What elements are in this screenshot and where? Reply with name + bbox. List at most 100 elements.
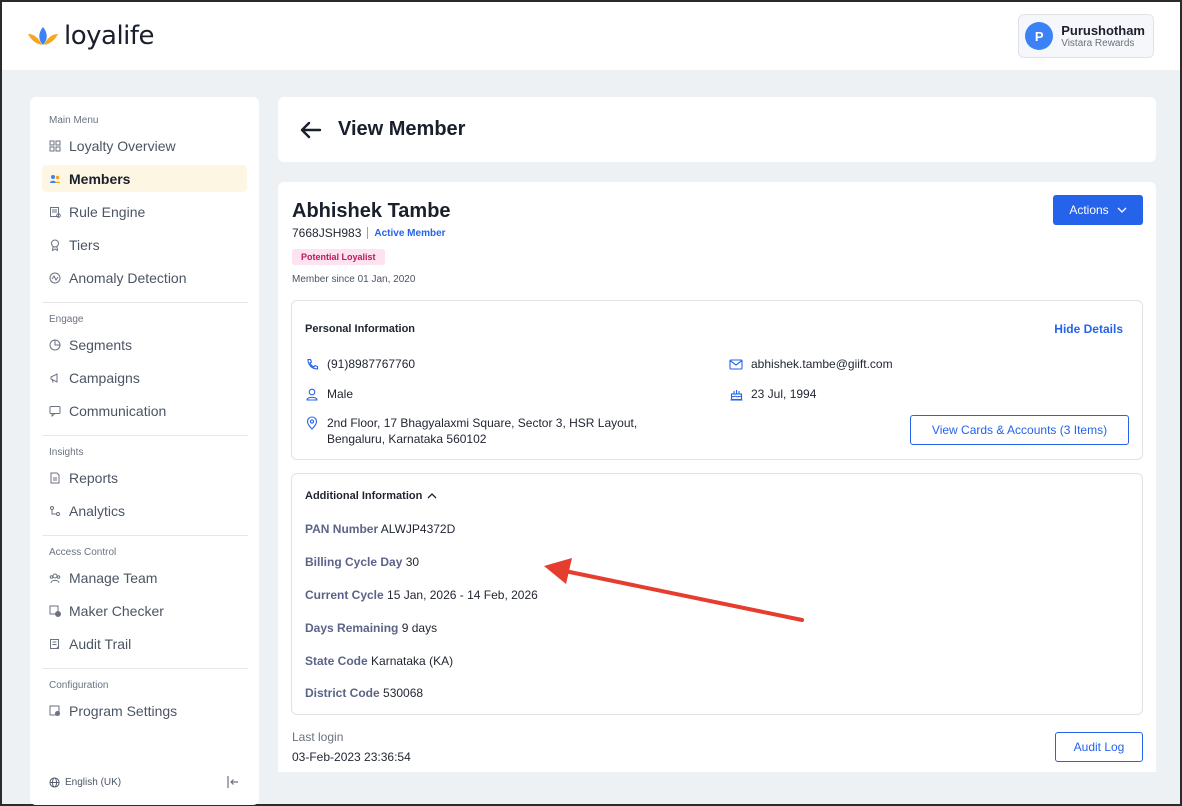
billing-cycle-day-field: Billing Cycle Day 30 <box>305 555 419 569</box>
gender-value: Male <box>327 387 354 401</box>
sidebar-item-label: Maker Checker <box>69 602 164 619</box>
page-header: View Member <box>278 97 1156 162</box>
location-pin-icon <box>305 415 319 431</box>
back-arrow-icon[interactable] <box>300 121 322 139</box>
field-value: 30 <box>405 555 420 569</box>
field-label: District Code <box>305 686 380 700</box>
lotus-logo-icon <box>28 27 58 45</box>
sidebar-item-program-settings[interactable]: Program Settings <box>42 697 247 724</box>
birthday-cake-icon <box>729 386 743 402</box>
actions-button[interactable]: Actions <box>1053 195 1143 225</box>
member-name: Abhishek Tambe <box>292 200 451 222</box>
sidebar-item-tiers[interactable]: Tiers <box>42 231 247 258</box>
report-icon <box>49 472 61 484</box>
field-value: 9 days <box>401 621 438 635</box>
member-id: 7668JSH983 <box>292 226 362 240</box>
person-icon <box>305 386 319 402</box>
audit-icon <box>49 638 61 650</box>
settings-icon <box>49 705 61 717</box>
sidebar-item-anomaly-detection[interactable]: Anomaly Detection <box>42 264 247 291</box>
field-label: Current Cycle <box>305 588 384 602</box>
grid-icon <box>49 140 61 152</box>
sidebar-item-audit-trail[interactable]: Audit Trail <box>42 630 247 657</box>
state-code-field: State Code Karnataka (KA) <box>305 654 453 668</box>
user-name: Purushotham <box>1061 23 1145 38</box>
sidebar-item-label: Campaigns <box>69 369 140 386</box>
section-title: Configuration <box>49 680 109 691</box>
sidebar-item-loyalty-overview[interactable]: Loyalty Overview <box>42 132 247 159</box>
pan-number-field: PAN Number ALWJP4372D <box>305 522 455 536</box>
phone-number: (91)8987767760 <box>327 357 416 371</box>
avatar: P <box>1025 22 1054 50</box>
medal-icon <box>49 239 61 251</box>
dob-value: 23 Jul, 1994 <box>751 387 817 401</box>
audit-log-button[interactable]: Audit Log <box>1055 732 1143 762</box>
address-line-1: 2nd Floor, 17 Bhagyalaxmi Square, Sector… <box>327 416 638 430</box>
rule-icon <box>49 206 61 218</box>
field-label: PAN Number <box>305 522 379 536</box>
sidebar-item-reports[interactable]: Reports <box>42 464 247 491</box>
sidebar-item-label: Rule Engine <box>69 203 146 220</box>
sidebar-item-label: Tiers <box>69 236 100 253</box>
current-cycle-field: Current Cycle 15 Jan, 2026 - 14 Feb, 202… <box>305 588 538 602</box>
collapse-sidebar-icon[interactable] <box>226 775 240 789</box>
sidebar-item-communication[interactable]: Communication <box>42 397 247 424</box>
section-main-menu: Main Menu Loyalty Overview Members Rule … <box>42 115 247 291</box>
sidebar-item-members[interactable]: Members <box>42 165 247 192</box>
actions-label: Actions <box>1069 203 1109 217</box>
sidebar-item-label: Segments <box>69 336 133 353</box>
district-code-field: District Code 530068 <box>305 686 423 700</box>
brand-name: loyalife <box>64 21 155 51</box>
section-title: Insights <box>49 447 84 458</box>
additional-information-title: Additional Information <box>305 490 423 502</box>
view-cards-accounts-button[interactable]: View Cards & Accounts (3 Items) <box>910 415 1129 445</box>
divider <box>42 435 248 436</box>
sidebar-item-label: Members <box>69 170 131 187</box>
sidebar-item-label: Reports <box>69 469 119 486</box>
user-program: Vistara Rewards <box>1061 38 1135 49</box>
last-login-label: Last login <box>292 730 344 744</box>
sidebar-item-label: Analytics <box>69 502 126 519</box>
megaphone-icon <box>49 372 61 384</box>
field-value: 15 Jan, 2026 - 14 Feb, 2026 <box>387 588 538 602</box>
language-selector[interactable]: English (UK) <box>49 777 121 788</box>
gender-row: Male <box>305 386 353 402</box>
section-insights: Insights Reports Analytics <box>42 447 247 524</box>
sidebar-item-campaigns[interactable]: Campaigns <box>42 364 247 391</box>
sidebar-item-label: Loyalty Overview <box>69 137 176 154</box>
member-since: Member since 01 Jan, 2020 <box>292 274 416 285</box>
field-value: 530068 <box>383 686 424 700</box>
address-row: 2nd Floor, 17 Bhagyalaxmi Square, Sector… <box>305 415 637 447</box>
sidebar-item-maker-checker[interactable]: Maker Checker <box>42 597 247 624</box>
sidebar-item-label: Communication <box>69 402 167 419</box>
divider <box>42 668 248 669</box>
section-title: Engage <box>49 314 84 325</box>
dob-row: 23 Jul, 1994 <box>729 386 816 402</box>
days-remaining-field: Days Remaining 9 days <box>305 621 437 635</box>
email-row: abhishek.tambe@giift.com <box>729 356 893 372</box>
email-address: abhishek.tambe@giift.com <box>751 357 893 371</box>
field-label: State Code <box>305 654 368 668</box>
sidebar-item-segments[interactable]: Segments <box>42 331 247 358</box>
section-title: Access Control <box>49 547 117 558</box>
divider <box>42 535 248 536</box>
pie-icon <box>49 339 61 351</box>
field-value: Karnataka (KA) <box>371 654 454 668</box>
sidebar: Main Menu Loyalty Overview Members Rule … <box>30 97 259 805</box>
personal-information-panel: Personal Information Hide Details (91)89… <box>291 300 1143 460</box>
brand-logo[interactable]: loyalife <box>26 21 155 51</box>
phone-row: (91)8987767760 <box>305 356 415 372</box>
user-menu[interactable]: P Purushotham Vistara Rewards <box>1018 14 1154 58</box>
sidebar-item-manage-team[interactable]: Manage Team <box>42 564 247 591</box>
sidebar-item-analytics[interactable]: Analytics <box>42 497 247 524</box>
sidebar-item-rule-engine[interactable]: Rule Engine <box>42 198 247 225</box>
additional-information-toggle[interactable]: Additional Information <box>305 490 437 502</box>
address-line-2: Bengaluru, Karnataka 560102 <box>327 432 487 446</box>
top-bar: loyalife P Purushotham Vistara Rewards <box>2 2 1180 70</box>
sidebar-item-label: Anomaly Detection <box>69 269 187 286</box>
users-icon <box>49 173 61 185</box>
hide-details-link[interactable]: Hide Details <box>1054 322 1123 336</box>
anomaly-icon <box>49 272 61 284</box>
segment-badge: Potential Loyalist <box>292 249 385 265</box>
globe-icon <box>49 776 60 788</box>
